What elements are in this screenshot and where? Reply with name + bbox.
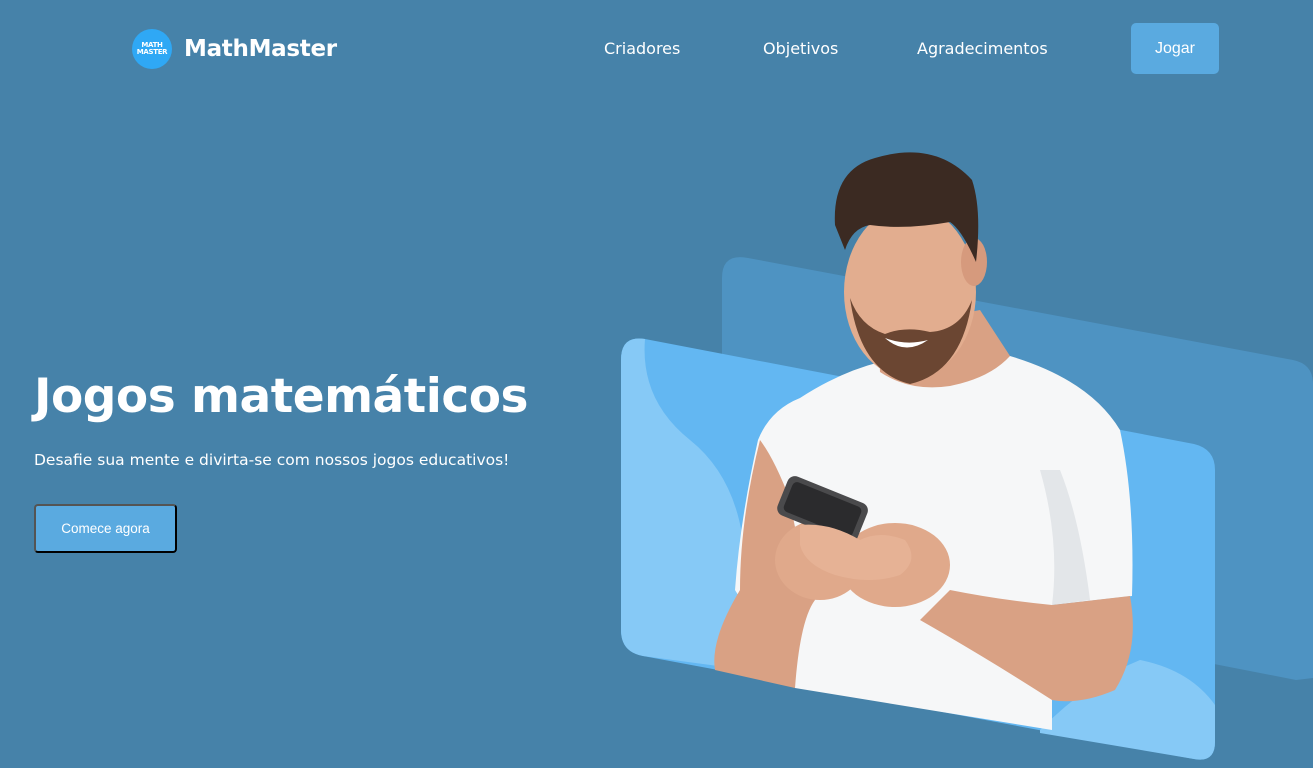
person-beard	[850, 298, 972, 384]
hero-back-card	[722, 257, 1313, 680]
person-neck	[878, 310, 1010, 388]
person-shirt	[735, 356, 1133, 730]
nav-link-objetivos[interactable]: Objetivos	[763, 39, 838, 58]
hero-front-card	[621, 338, 1215, 760]
brand-logo[interactable]: MATH MASTER MathMaster	[132, 29, 337, 69]
person-hand-left	[775, 520, 865, 600]
person-shirt-shadow	[1040, 470, 1090, 605]
nav-link-criadores[interactable]: Criadores	[604, 39, 680, 58]
hero-title: Jogos matemáticos	[34, 369, 528, 424]
hero-card-wave-bottom	[1040, 660, 1215, 760]
person-smile	[885, 338, 928, 348]
landing-page: MATH MASTER MathMaster Criadores Objetiv…	[0, 0, 1313, 768]
person-ear	[961, 238, 987, 286]
person-face	[844, 206, 976, 378]
hero-person	[714, 152, 1133, 730]
person-right-arm	[920, 590, 1133, 702]
person-hair	[834, 152, 979, 262]
play-button[interactable]: Jogar	[1131, 23, 1219, 74]
person-fingers	[800, 524, 912, 580]
brand-name: MathMaster	[184, 36, 337, 62]
nav-link-agradecimentos[interactable]: Agradecimentos	[917, 39, 1048, 58]
hero-subtitle: Desafie sua mente e divirta-se com nosso…	[34, 451, 510, 469]
logo-badge-icon: MATH MASTER	[132, 29, 172, 69]
person-hand-right	[840, 523, 950, 607]
start-now-button[interactable]: Comece agora	[34, 504, 177, 553]
smartphone-icon	[777, 476, 868, 543]
person-left-arm	[714, 440, 815, 688]
hero-card-wave	[621, 338, 748, 670]
